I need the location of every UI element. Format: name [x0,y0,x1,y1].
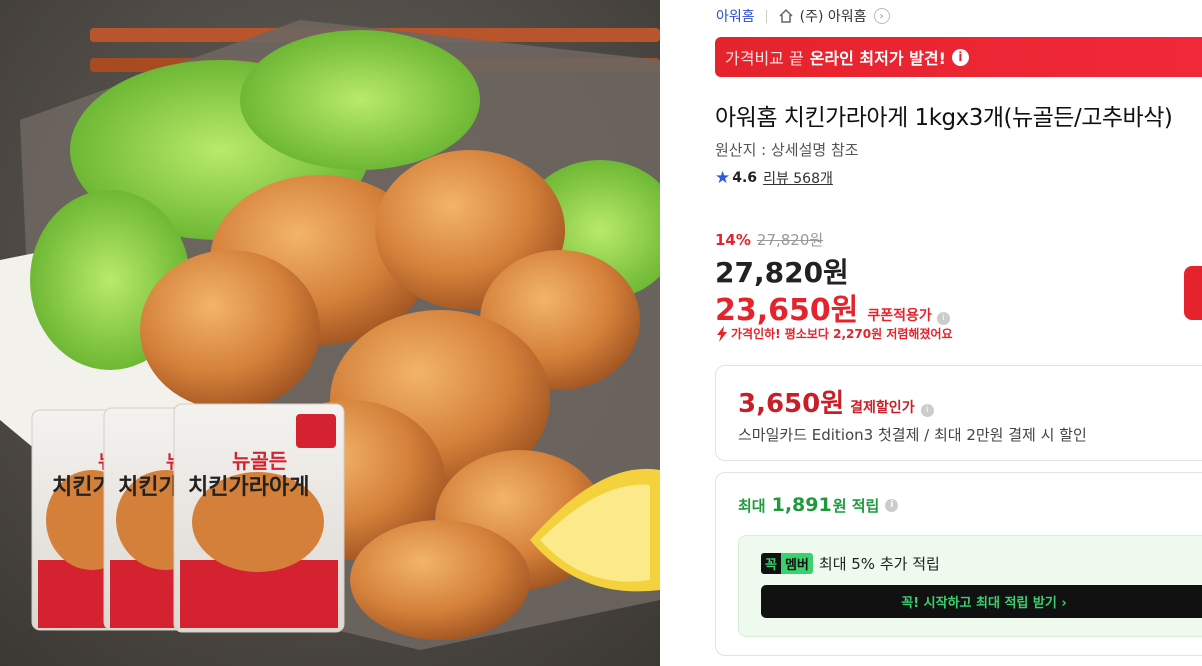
payment-price-row: 3,650원 결제할인가 i [738,383,934,420]
price-drop-note: 가격인하! 평소보다 2,270원 저렴해졌어요 [716,325,953,342]
membership-cta-button[interactable]: 꼭! 시작하고 최대 적립 받기 › [761,585,1202,618]
package-middle-label: 치킨가 [118,475,179,500]
payment-discount-label: 결제할인가 [850,400,915,416]
shop-name-link[interactable]: (주) 아워홈 [800,6,867,26]
coupon-price: 23,650원 [715,293,859,328]
membership-row: 꼭 멤버 최대 5% 추가 적립 [761,553,940,574]
breadcrumb: 아워홈 (주) 아워홈 › [716,6,890,26]
package-front-label-2: 치킨가라아게 [188,475,309,500]
original-price: 27,820원 [756,231,824,249]
banner-prefix: 가격비교 끝 [725,49,804,68]
payment-description: 스마일카드 Edition3 첫결제 / 최대 2만원 결제 시 할인 [738,426,1087,444]
price-drop-text: 가격인하! 평소보다 2,270원 저렴해졌어요 [731,327,953,341]
side-action-button[interactable] [1184,266,1202,320]
coupon-label: 쿠폰적용가 [867,308,932,324]
points-row: 최대 1,891 원 적립 i [738,494,899,516]
breadcrumb-divider [765,9,767,23]
membership-badge-a: 꼭 [761,553,781,574]
rating-score: 4.6 [732,170,758,186]
product-rating: ★ 4.6 리뷰 568개 [715,168,833,188]
points-card: 최대 1,891 원 적립 i 꼭 멤버 최대 5% 추가 적립 꼭! 시작하고… [715,472,1202,656]
coupon-price-row: 23,650원 쿠폰적용가 i [715,285,950,329]
membership-badge: 꼭 멤버 [761,553,813,574]
info-icon[interactable]: i [920,403,934,417]
star-icon: ★ [715,168,731,188]
membership-text: 최대 5% 추가 적립 [818,555,940,573]
package-front: 뉴골든 치킨가라아게 [173,403,345,633]
brand-link[interactable]: 아워홈 [716,6,755,26]
membership-box: 꼭 멤버 최대 5% 추가 적립 꼭! 시작하고 최대 적립 받기 › [738,535,1202,637]
product-photo: 뉴 치킨가 뉴 치킨가 뉴골든 치킨가라아게 [0,0,660,666]
home-icon [779,8,793,23]
membership-badge-b: 멤버 [780,553,813,574]
lightning-icon [717,325,727,342]
lowest-price-banner: 가격비교 끝 온라인 최저가 발견! i [715,37,1202,77]
discount-rate: 14% [715,230,751,249]
payment-discount-amount: 3,650원 [738,389,845,419]
points-suffix: 원 적립 [832,497,880,515]
chevron-right-icon[interactable]: › [873,8,890,24]
package-front-label-1: 뉴골든 [232,449,287,473]
payment-discount-card: 3,650원 결제할인가 i 스마일카드 Edition3 첫결제 / 최대 2… [715,365,1202,461]
points-prefix: 최대 [738,497,766,515]
info-icon[interactable]: i [936,311,950,325]
discount-row: 14% 27,820원 [715,229,823,250]
product-image[interactable]: 뉴 치킨가 뉴 치킨가 뉴골든 치킨가라아게 [0,0,660,666]
product-info-panel: 아워홈 (주) 아워홈 › 가격비교 끝 온라인 최저가 발견! i 아워홈 치… [660,0,1202,666]
points-amount: 1,891 [771,494,832,516]
product-title: 아워홈 치킨가라아게 1kgx3개(뉴골든/고추바삭) [715,105,1173,131]
banner-message: 온라인 최저가 발견! [809,49,946,68]
review-count-link[interactable]: 리뷰 568개 [763,168,833,188]
product-origin: 원산지 : 상세설명 참조 [715,141,859,159]
info-icon[interactable]: i [885,498,899,512]
info-icon[interactable]: i [951,48,969,66]
